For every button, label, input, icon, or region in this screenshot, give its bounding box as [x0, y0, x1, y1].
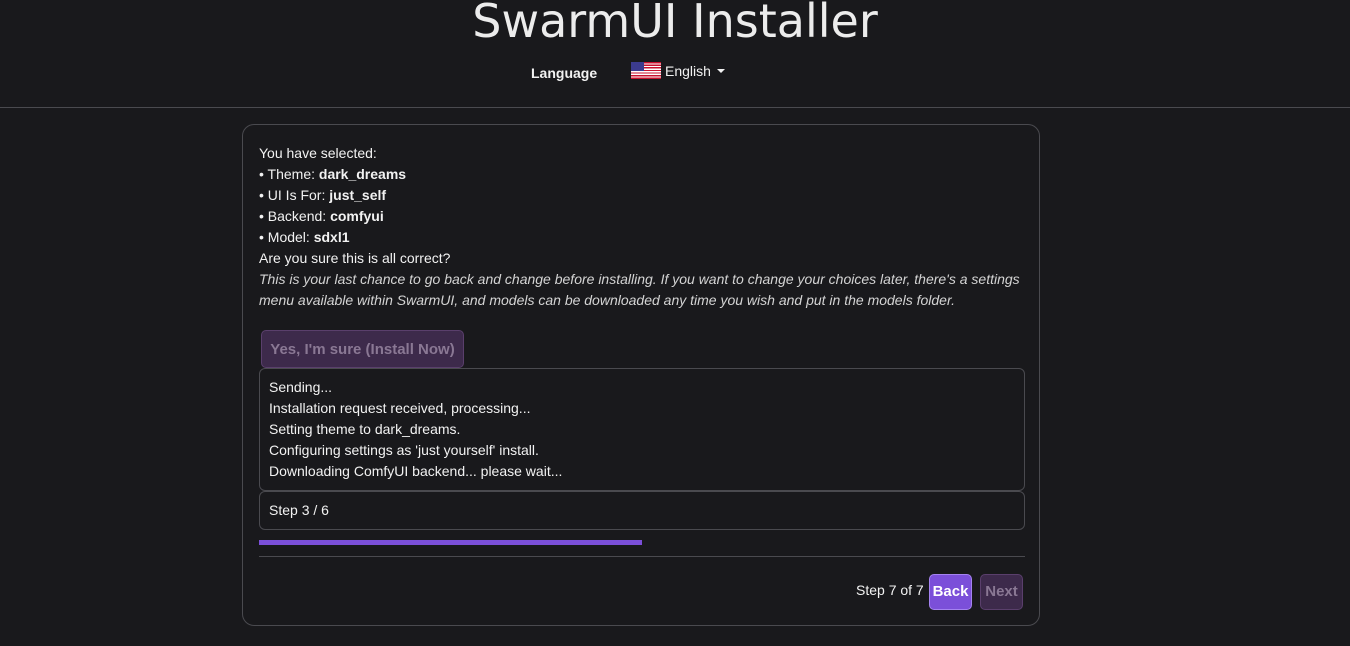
log-line: Downloading ComfyUI backend... please wa… [269, 463, 563, 479]
summary-note: This is your last chance to go back and … [259, 271, 1020, 308]
progress-bar [259, 540, 1025, 545]
summary-item-theme: • Theme: dark_dreams [259, 166, 407, 182]
log-line: Sending... [269, 379, 333, 395]
page-title: SwarmUI Installer [472, 0, 878, 48]
divider [259, 556, 1025, 557]
language-selected: English [665, 62, 711, 79]
wizard-step-indicator: Step 7 of 7 [856, 582, 924, 598]
next-button[interactable]: Next [980, 574, 1023, 610]
log-line: Installation request received, processin… [269, 400, 531, 416]
summary-intro: You have selected: [259, 145, 377, 161]
caret-down-icon [716, 69, 725, 73]
progress-bar-fill [259, 540, 642, 545]
selection-summary: You have selected: • Theme: dark_dreams … [259, 143, 1029, 311]
install-log: Sending... Installation request received… [259, 368, 1025, 491]
summary-item-model: • Model: sdxl1 [259, 229, 350, 245]
install-now-button[interactable]: Yes, I'm sure (Install Now) [261, 330, 464, 368]
back-button[interactable]: Back [929, 574, 972, 610]
summary-question: Are you sure this is all correct? [259, 250, 451, 266]
log-line: Setting theme to dark_dreams. [269, 421, 461, 437]
language-label: Language [531, 65, 598, 81]
language-row: Language English [0, 62, 1350, 84]
summary-item-backend: • Backend: comfyui [259, 208, 384, 224]
install-step-status: Step 3 / 6 [259, 491, 1025, 530]
log-line: Configuring settings as 'just yourself' … [269, 442, 539, 458]
install-panel: You have selected: • Theme: dark_dreams … [242, 124, 1040, 626]
us-flag-icon [631, 62, 661, 79]
summary-item-ui-for: • UI Is For: just_self [259, 187, 387, 203]
header: SwarmUI Installer Language English [0, 0, 1350, 108]
language-dropdown[interactable]: English [631, 62, 725, 79]
